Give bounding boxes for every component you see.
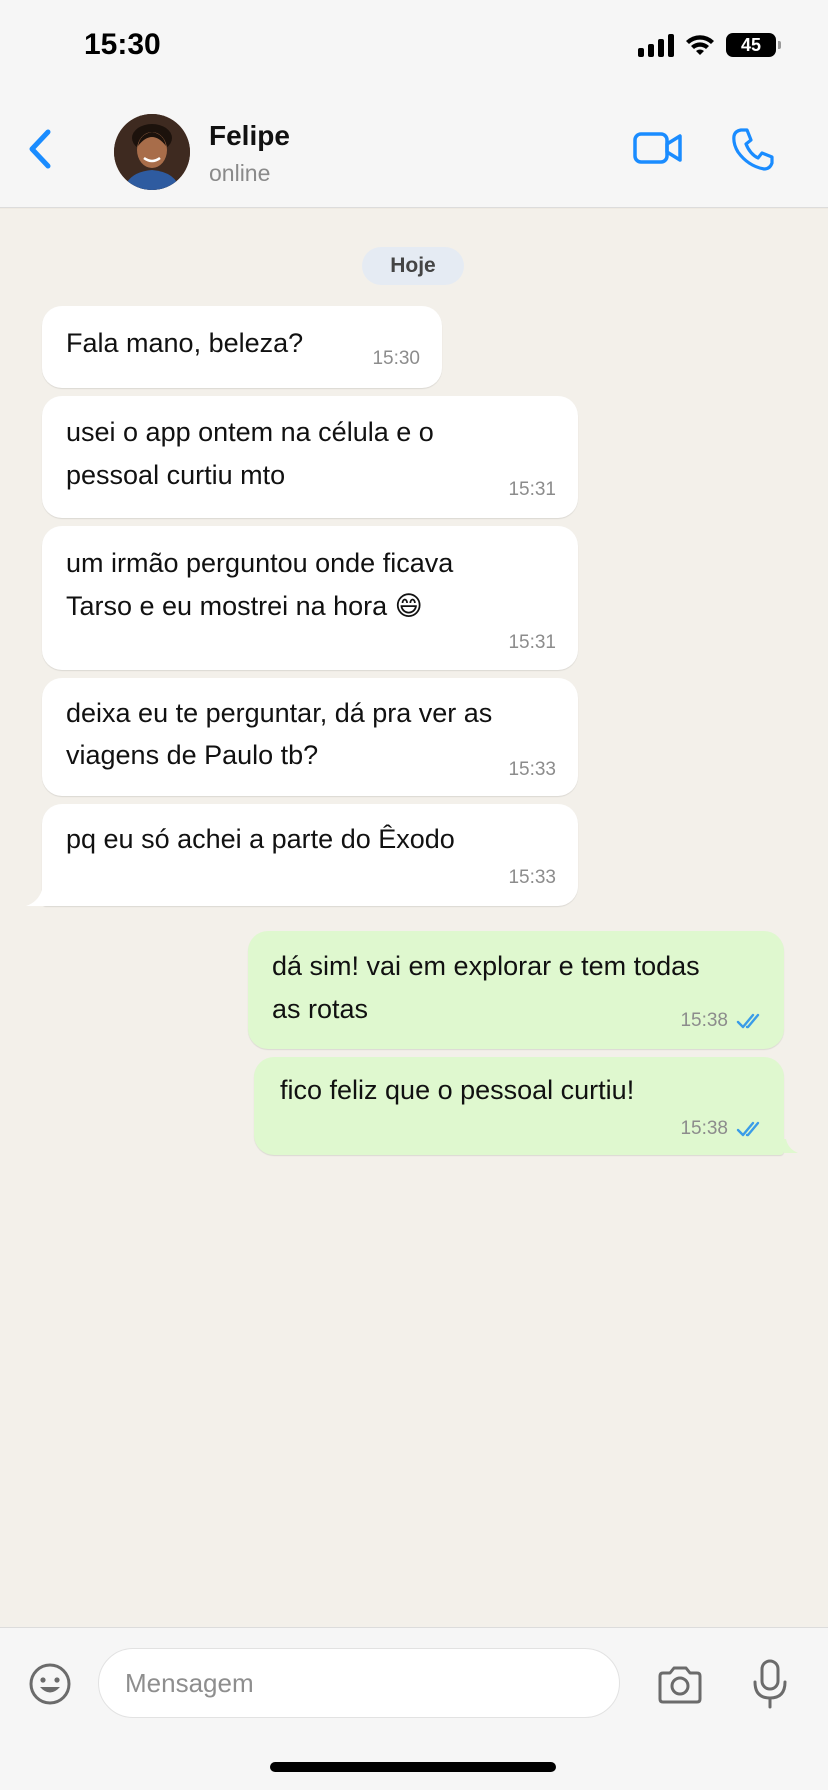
message-time: 15:30 [372, 348, 420, 369]
incoming-message[interactable]: pq eu só achei a parte do Êxodo 15:33 [42, 804, 578, 906]
video-call-icon[interactable] [632, 128, 684, 168]
avatar-photo [114, 114, 190, 190]
message-time: 15:33 [508, 759, 556, 780]
bubble-tail [784, 1139, 798, 1153]
contact-status: online [209, 160, 271, 186]
message-composer [0, 1627, 828, 1790]
message-text: pq eu só achei a parte do Êxodo [66, 824, 455, 854]
message-time: 15:31 [508, 632, 556, 653]
battery-indicator: 45 [726, 33, 781, 57]
outgoing-message[interactable]: fico feliz que o pessoal curtiu! 15:38 [254, 1057, 784, 1155]
camera-icon[interactable] [656, 1664, 704, 1706]
chat-area[interactable]: Hoje Fala mano, beleza? 15:30 usei o app… [0, 209, 828, 1627]
wifi-icon [686, 35, 714, 55]
date-separator: Hoje [362, 247, 464, 285]
message-text: Fala mano, beleza? [66, 328, 304, 358]
avatar[interactable] [114, 114, 190, 190]
incoming-message[interactable]: deixa eu te perguntar, dá pra ver as via… [42, 678, 578, 796]
status-icons: 45 [638, 30, 781, 60]
message-time: 15:38 [680, 1118, 728, 1139]
message-text: pessoal curtiu mto [66, 460, 286, 490]
home-indicator[interactable] [270, 1762, 556, 1772]
message-text: usei o app ontem na célula e o [66, 417, 434, 447]
message-text: deixa eu te perguntar, dá pra ver as [66, 698, 493, 728]
contact-name[interactable]: Felipe [209, 120, 290, 152]
message-text: dá sim! vai em explorar e tem todas [272, 951, 700, 981]
message-time: 15:38 [680, 1010, 728, 1031]
message-text: um irmão perguntou onde ficava [66, 548, 454, 578]
read-ticks-icon [736, 1121, 760, 1137]
emoji-icon[interactable] [28, 1662, 72, 1706]
message-text: viagens de Paulo tb? [66, 740, 319, 770]
incoming-message[interactable]: um irmão perguntou onde ficava Tarso e e… [42, 526, 578, 670]
read-ticks-icon [736, 1013, 760, 1029]
bubble-tail [26, 890, 46, 906]
message-time: 15:33 [508, 867, 556, 888]
outgoing-message[interactable]: dá sim! vai em explorar e tem todas as r… [248, 931, 784, 1049]
chat-header: Felipe online [0, 90, 828, 208]
message-text: Tarso e eu mostrei na hora 😄 [66, 591, 423, 621]
message-text: fico feliz que o pessoal curtiu! [280, 1075, 635, 1105]
cellular-signal-icon [638, 33, 674, 57]
back-chevron-icon[interactable] [20, 124, 60, 174]
message-time: 15:31 [508, 479, 556, 500]
microphone-icon[interactable] [750, 1658, 790, 1710]
incoming-message[interactable]: Fala mano, beleza? 15:30 [42, 306, 442, 388]
status-time: 15:30 [84, 28, 161, 61]
status-bar: 15:30 45 [0, 0, 828, 90]
phone-icon[interactable] [730, 126, 776, 172]
message-input[interactable] [98, 1648, 620, 1718]
incoming-message[interactable]: usei o app ontem na célula e o pessoal c… [42, 396, 578, 518]
message-text: as rotas [272, 994, 369, 1024]
